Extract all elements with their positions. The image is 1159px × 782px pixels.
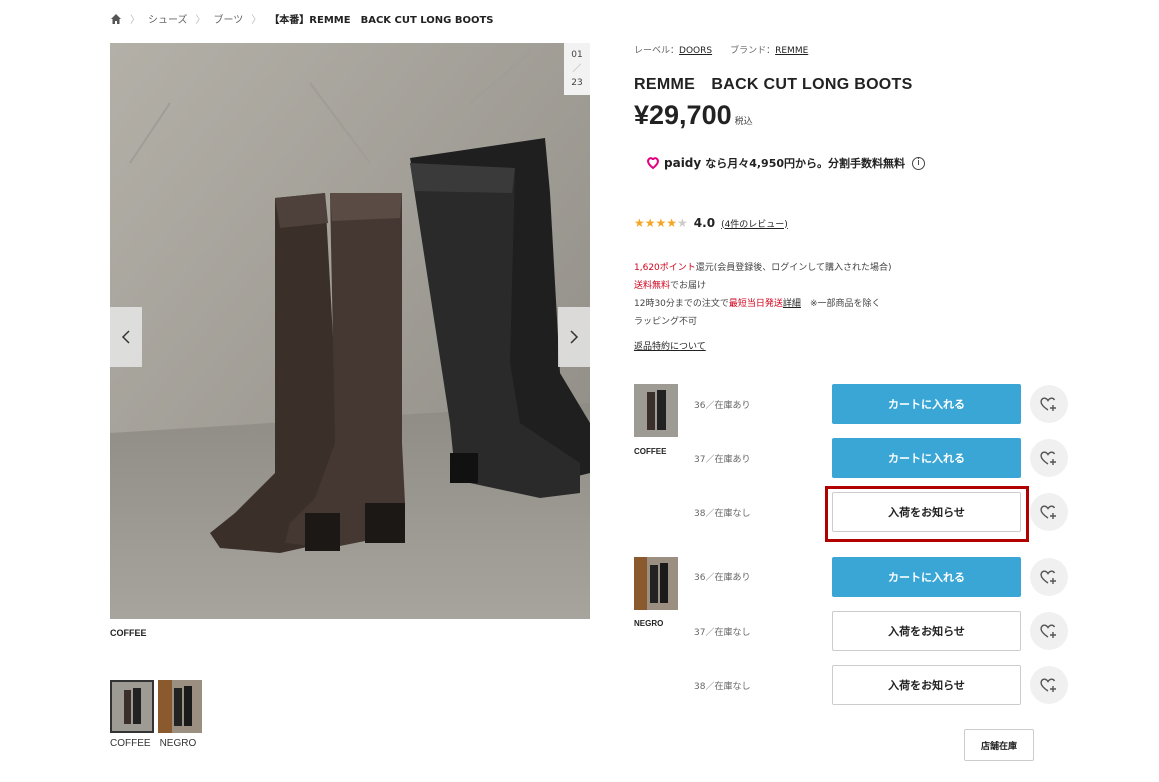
size-label: 38／在庫なし	[694, 682, 751, 692]
breadcrumb-item-boots[interactable]: ブーツ	[214, 11, 244, 26]
favorite-button[interactable]	[1030, 385, 1068, 423]
product-price: ¥29,700 税込	[634, 100, 753, 131]
product-main-image[interactable]: 01 ／ 23	[110, 43, 590, 619]
size-label: 36／在庫あり	[694, 573, 751, 583]
sameday-note-text: ※一部商品を除く	[800, 299, 881, 309]
returns-policy-link[interactable]: 返品特約について	[634, 339, 706, 352]
label-prefix: レーベル：	[634, 46, 680, 56]
label-link[interactable]: DOORS	[679, 46, 712, 56]
product-title: REMME BACK CUT LONG BOOTS	[634, 76, 913, 93]
thumbnail-label-negro: NEGRO	[159, 738, 197, 749]
paidy-brand: paidy	[664, 156, 702, 170]
counter-current: 01	[571, 50, 583, 60]
paidy-text: なら月々4,950円から。分割手数料無料	[705, 157, 906, 170]
breadcrumb-current: 【本番】REMME BACK CUT LONG BOOTS	[269, 15, 494, 26]
points-text: 還元(会員登録後、ログインして購入された場合)	[695, 263, 892, 273]
size-label: 37／在庫なし	[694, 628, 751, 638]
add-to-cart-button[interactable]: カートに入れる	[832, 384, 1021, 424]
color-thumb-negro	[634, 557, 678, 610]
chevron-right-icon	[570, 330, 579, 344]
sameday-pre: 12時30分までの注文で	[634, 299, 729, 309]
brand-link[interactable]: REMME	[775, 46, 808, 56]
wrapping-note: ラッピング不可	[634, 317, 698, 327]
paidy-banner: paidy なら月々4,950円から。分割手数料無料 i	[646, 155, 926, 171]
chevron-left-icon	[121, 330, 130, 344]
heart-plus-icon	[1040, 451, 1056, 465]
rating-value: 4.0	[693, 216, 716, 230]
color-thumb-coffee	[634, 384, 678, 437]
label-info: レーベル：DOORS	[634, 43, 712, 56]
next-image-button[interactable]	[558, 307, 590, 367]
add-to-cart-button[interactable]: カートに入れる	[832, 557, 1021, 597]
add-to-cart-button[interactable]: カートに入れる	[832, 438, 1021, 478]
heart-plus-icon	[1040, 678, 1056, 692]
boots-photo	[110, 43, 590, 619]
sameday-detail-link[interactable]: 詳細	[783, 299, 801, 309]
heart-plus-icon	[1040, 397, 1056, 411]
size-label: 38／在庫なし	[694, 509, 751, 519]
counter-total: 23	[571, 78, 583, 88]
notify-restock-button[interactable]: 入荷をお知らせ	[832, 611, 1021, 651]
heart-plus-icon	[1040, 505, 1056, 519]
home-icon[interactable]	[110, 13, 122, 25]
size-label: 37／在庫あり	[694, 455, 751, 465]
shipping-text: でお届け	[670, 281, 707, 291]
image-caption: COFFEE	[110, 628, 147, 638]
size-label: 36／在庫あり	[694, 401, 751, 411]
favorite-button[interactable]	[1030, 493, 1068, 531]
breadcrumb: 〉 シューズ 〉 ブーツ 〉 【本番】REMME BACK CUT LONG B…	[110, 11, 494, 26]
sameday-red: 最短当日発送	[728, 299, 783, 309]
brand-info: ブランド：REMME	[730, 43, 808, 56]
highlight-box	[825, 486, 1029, 542]
counter-separator: ／	[572, 64, 582, 74]
paidy-logo-icon	[647, 157, 659, 170]
heart-plus-icon	[1040, 624, 1056, 638]
rating-row: ★★★★★ 4.0 (4件のレビュー)	[634, 216, 788, 230]
store-stock-button[interactable]: 店舗在庫	[964, 729, 1034, 761]
favorite-button[interactable]	[1030, 558, 1068, 596]
favorite-button[interactable]	[1030, 612, 1068, 650]
thumbnail-coffee[interactable]	[110, 680, 154, 733]
price-value: ¥29,700	[634, 100, 732, 130]
tax-label: 税込	[734, 116, 753, 126]
favorite-button[interactable]	[1030, 439, 1068, 477]
color-name-coffee: COFFEE	[634, 447, 667, 456]
brand-prefix: ブランド：	[730, 46, 776, 56]
points-note: 1,620ポイント還元(会員登録後、ログインして購入された場合)	[634, 259, 892, 277]
breadcrumb-item-shoes[interactable]: シューズ	[148, 11, 188, 26]
color-name-negro: NEGRO	[634, 619, 664, 628]
label-brand-row: レーベル：DOORS ブランド：REMME	[634, 43, 808, 56]
chevron-right-icon: 〉	[251, 15, 262, 26]
chevron-right-icon: 〉	[130, 15, 140, 26]
product-notes: 1,620ポイント還元(会員登録後、ログインして購入された場合) 送料無料でお届…	[634, 259, 892, 331]
shipping-free: 送料無料	[634, 281, 671, 291]
chevron-right-icon: 〉	[195, 15, 206, 26]
notify-restock-button[interactable]: 入荷をお知らせ	[832, 665, 1021, 705]
shipping-note: 送料無料でお届け	[634, 277, 892, 295]
heart-plus-icon	[1040, 570, 1056, 584]
thumbnail-list	[110, 680, 202, 733]
favorite-button[interactable]	[1030, 666, 1068, 704]
thumbnail-negro[interactable]	[158, 680, 202, 733]
info-icon[interactable]: i	[912, 156, 926, 170]
thumbnail-labels: COFFEE NEGRO	[110, 738, 196, 749]
review-link[interactable]: (4件のレビュー)	[721, 217, 788, 230]
points-value: 1,620ポイント	[634, 263, 696, 273]
sameday-note: 12時30分までの注文で最短当日発送詳細 ※一部商品を除く	[634, 295, 892, 313]
rating-stars: ★★★★★	[634, 216, 688, 230]
prev-image-button[interactable]	[110, 307, 142, 367]
thumbnail-label-coffee: COFFEE	[110, 738, 151, 749]
image-counter: 01 ／ 23	[564, 43, 590, 95]
